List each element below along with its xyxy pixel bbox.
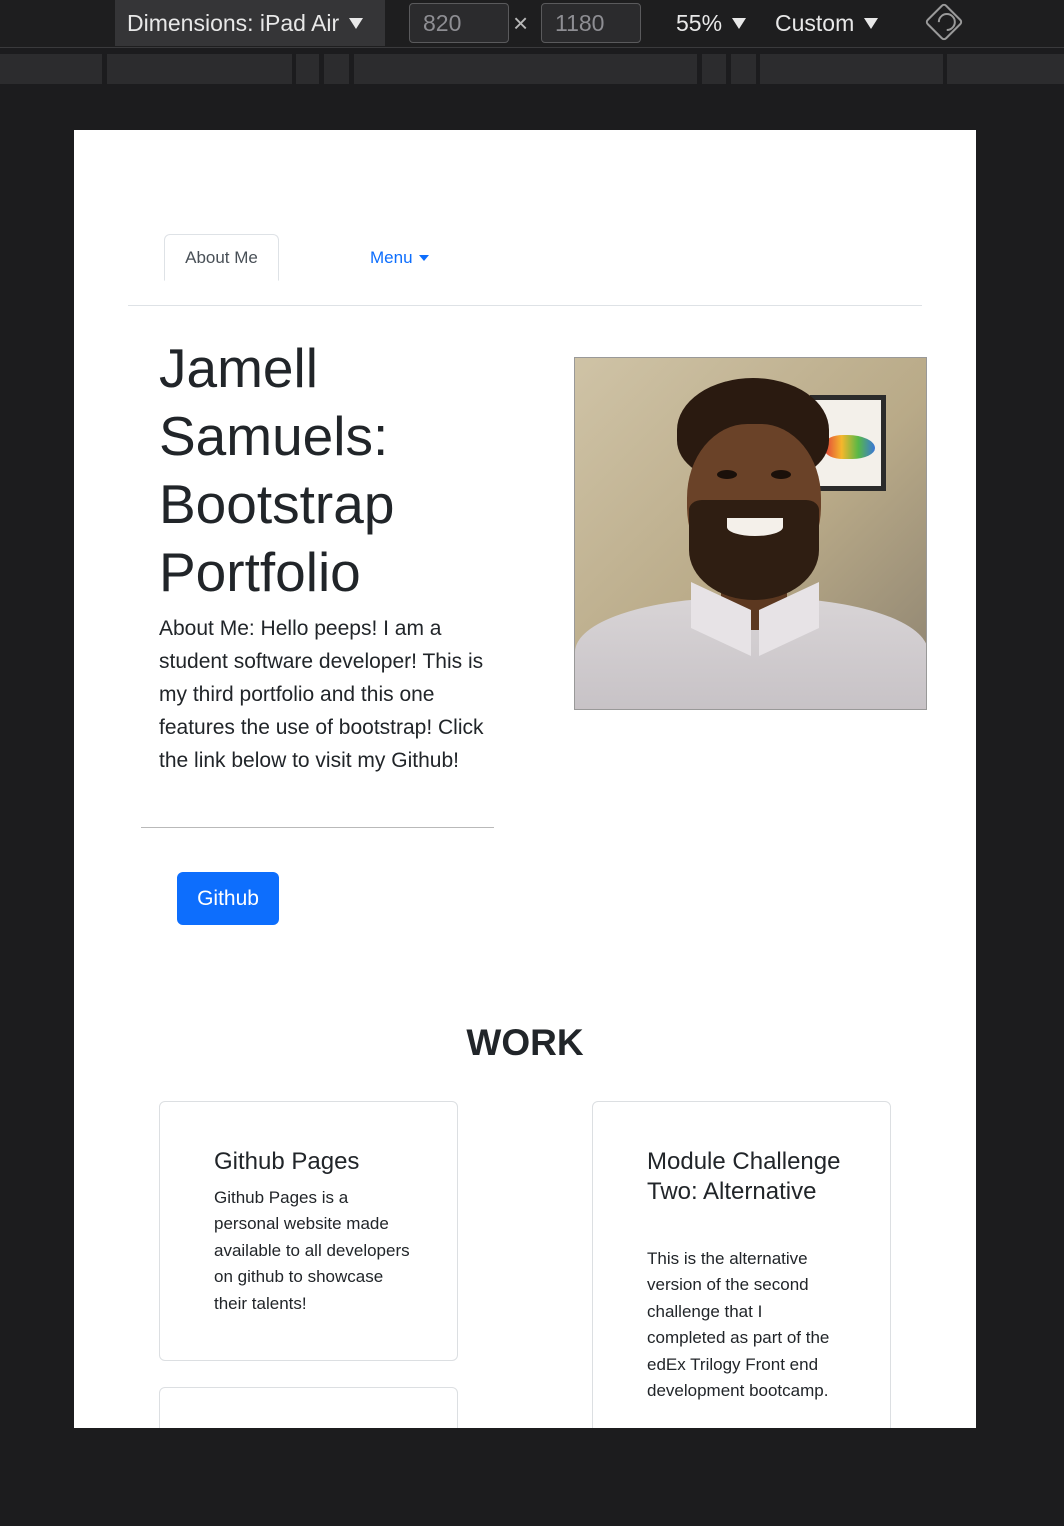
nav-tabs: About Me Menu: [128, 234, 922, 306]
devtools-device-toolbar: Dimensions: iPad Air 820 × 1180 55% Cust…: [0, 0, 1064, 48]
media-query-segment[interactable]: [324, 54, 349, 84]
card-text: Github Pages is a personal website made …: [214, 1188, 410, 1313]
throttle-dropdown[interactable]: Custom: [775, 0, 879, 46]
menu-label: Menu: [370, 247, 413, 267]
card-title: Module Challenge Two: Alternative: [647, 1148, 841, 1205]
throttle-label: Custom: [775, 9, 855, 36]
media-query-segment[interactable]: [760, 54, 943, 84]
work-heading: WORK: [466, 1022, 584, 1063]
device-dimensions-label: Dimensions: iPad Air: [127, 9, 340, 36]
viewport-width-input[interactable]: 820: [409, 3, 509, 43]
caret-down-icon: [732, 17, 747, 29]
media-query-segment[interactable]: [0, 54, 102, 84]
media-query-segment[interactable]: [702, 54, 726, 84]
page-viewport: About Me Menu Jamell Samuels: Bootstrap …: [74, 130, 976, 1428]
project-card[interactable]: [159, 1387, 458, 1428]
media-query-segment[interactable]: [947, 54, 1064, 84]
media-query-segment[interactable]: [731, 54, 756, 84]
page-title: Jamell Samuels: Bootstrap Portfolio: [159, 337, 395, 603]
project-card-github-pages[interactable]: Github Pages Github Pages is a personal …: [159, 1101, 458, 1361]
profile-photo: [574, 357, 927, 710]
tab-about-me[interactable]: About Me: [164, 234, 279, 281]
project-card-module-challenge-two[interactable]: Module Challenge Two: Alternative This i…: [592, 1101, 891, 1428]
rotate-device-icon[interactable]: [924, 2, 964, 42]
media-query-bar: [0, 50, 1064, 86]
media-query-segment[interactable]: [296, 54, 319, 84]
media-query-segment[interactable]: [354, 54, 697, 84]
github-button[interactable]: Github: [177, 872, 279, 925]
caret-down-icon: [418, 254, 429, 261]
zoom-dropdown[interactable]: 55%: [676, 0, 747, 46]
about-me-text: About Me: Hello peeps! I am a student so…: [159, 617, 484, 772]
media-query-segment[interactable]: [107, 54, 292, 84]
zoom-label: 55%: [676, 9, 723, 36]
card-text: This is the alternative version of the s…: [647, 1249, 830, 1401]
caret-down-icon: [349, 17, 364, 29]
divider: [141, 827, 494, 828]
card-title: Github Pages: [214, 1148, 360, 1175]
caret-down-icon: [864, 17, 879, 29]
times-sign: ×: [513, 8, 529, 38]
device-dimensions-dropdown[interactable]: Dimensions: iPad Air: [115, 0, 385, 46]
menu-dropdown[interactable]: Menu: [370, 234, 429, 281]
viewport-height-input[interactable]: 1180: [541, 3, 641, 43]
